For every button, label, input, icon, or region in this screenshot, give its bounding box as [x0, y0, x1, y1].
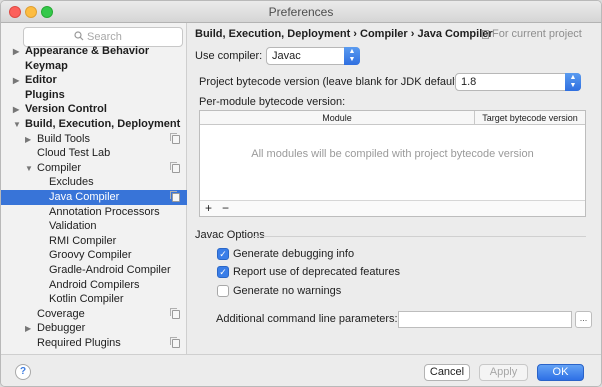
- sidebar-item-label: Validation: [49, 220, 97, 233]
- expand-params-button[interactable]: ...: [575, 311, 592, 328]
- sidebar-item[interactable]: Java Compiler: [1, 190, 187, 205]
- collapsed-arrow-icon[interactable]: ▶: [25, 321, 31, 336]
- sidebar-item[interactable]: ▶ Build Tools: [1, 132, 187, 147]
- column-header-module[interactable]: Module: [200, 111, 475, 125]
- project-settings-icon: [170, 132, 180, 144]
- sidebar-item[interactable]: Groovy Compiler: [1, 248, 187, 263]
- expanded-arrow-icon[interactable]: ▼: [25, 161, 33, 176]
- sidebar-item-label: Java Compiler: [49, 191, 120, 203]
- search-input[interactable]: [87, 30, 177, 44]
- sidebar-item[interactable]: Gradle-Android Compiler: [1, 263, 187, 278]
- sidebar-item-label: Kotlin Compiler: [49, 293, 124, 306]
- params-label: Additional command line parameters:: [216, 313, 398, 325]
- deprecated-checkbox[interactable]: ✓: [217, 266, 229, 278]
- sidebar-item[interactable]: ▶ Version Control: [1, 102, 187, 117]
- sidebar-item[interactable]: Excludes: [1, 175, 187, 190]
- sidebar-item[interactable]: Keymap: [1, 59, 187, 74]
- sidebar-item[interactable]: Required Plugins: [1, 336, 187, 351]
- debug-info-label[interactable]: Generate debugging info: [233, 248, 354, 260]
- per-module-label: Per-module bytecode version:: [199, 96, 346, 108]
- sidebar-item-label: Excludes: [49, 176, 94, 189]
- help-button[interactable]: ?: [15, 364, 31, 380]
- project-settings-icon: [170, 161, 180, 173]
- sidebar-item-label: Plugins: [25, 88, 65, 101]
- project-scope-label: For current project: [492, 28, 582, 40]
- sidebar-item-label: Version Control: [25, 103, 107, 116]
- use-compiler-value: Javac: [272, 50, 301, 62]
- preferences-window: Preferences ▶ Appearance & Behavior Keymap…: [0, 0, 602, 387]
- no-warnings-checkbox[interactable]: [217, 285, 229, 297]
- sidebar-item-label: Appearance & Behavior: [25, 45, 150, 57]
- sidebar-item-label: Debugger: [37, 322, 86, 335]
- sidebar-item-label: Compiler: [37, 161, 82, 174]
- column-header-target-version[interactable]: Target bytecode version: [475, 111, 585, 125]
- collapsed-arrow-icon[interactable]: ▶: [25, 132, 31, 147]
- sidebar-item[interactable]: ▶ Appearance & Behavior: [1, 44, 187, 59]
- select-arrows-icon: ▲ ▼: [565, 73, 581, 91]
- sidebar-item[interactable]: ▶ Editor: [1, 73, 187, 88]
- sidebar-item-label: Annotation Processors: [49, 205, 160, 218]
- table-empty-text: All modules will be compiled with projec…: [251, 148, 534, 160]
- project-settings-icon: [170, 307, 180, 319]
- sidebar-item-label: Keymap: [25, 59, 68, 72]
- sidebar-item[interactable]: Kotlin Compiler: [1, 292, 187, 307]
- cancel-button[interactable]: Cancel: [424, 364, 470, 381]
- window-title: Preferences: [268, 5, 334, 19]
- sidebar-item-label: RMI Compiler: [49, 234, 117, 247]
- dialog-footer: ? Cancel Apply OK: [1, 354, 601, 386]
- ok-button[interactable]: OK: [537, 364, 584, 381]
- project-scope-icon: [482, 30, 489, 39]
- use-compiler-select[interactable]: Javac ▲ ▼: [266, 47, 360, 65]
- javac-options-title: Javac Options: [195, 229, 265, 241]
- sidebar-item[interactable]: ▼ Compiler: [1, 161, 187, 176]
- collapsed-arrow-icon[interactable]: ▶: [13, 102, 19, 117]
- title-bar: Preferences: [1, 1, 601, 23]
- sidebar-item-label: Build Tools: [37, 132, 90, 145]
- sidebar-item[interactable]: ▶ Debugger: [1, 321, 187, 336]
- deprecated-label[interactable]: Report use of deprecated features: [233, 266, 400, 278]
- module-bytecode-table: Module Target bytecode version All modul…: [199, 110, 586, 217]
- sidebar-item[interactable]: Coverage: [1, 307, 187, 322]
- section-divider: [253, 236, 586, 237]
- sidebar-item-label: Build, Execution, Deployment: [25, 118, 181, 130]
- bytecode-version-select[interactable]: 1.8 ▲ ▼: [455, 73, 581, 91]
- sidebar-item[interactable]: Plugins: [1, 88, 187, 103]
- use-compiler-label: Use compiler:: [195, 50, 263, 62]
- sidebar-item-label: Groovy Compiler: [49, 249, 132, 262]
- settings-sidebar: ▶ Appearance & Behavior Keymap ▶ EditorPlugi…: [1, 23, 187, 354]
- bytecode-version-label: Project bytecode version (leave blank fo…: [199, 76, 465, 88]
- project-settings-icon: [170, 337, 180, 348]
- sidebar-item[interactable]: Android Compilers: [1, 278, 187, 293]
- bytecode-version-value: 1.8: [461, 76, 477, 88]
- remove-module-button[interactable]: −: [222, 201, 229, 216]
- expanded-arrow-icon[interactable]: ▼: [13, 117, 21, 132]
- sidebar-item[interactable]: RMI Compiler: [1, 234, 187, 249]
- sidebar-item[interactable]: Validation: [1, 219, 187, 234]
- sidebar-item[interactable]: Annotation Processors: [1, 205, 187, 220]
- table-toolbar: + −: [200, 200, 585, 216]
- sidebar-item[interactable]: ▼ Build, Execution, Deployment: [1, 117, 187, 132]
- add-module-button[interactable]: +: [205, 201, 212, 216]
- sidebar-item-label: Required Plugins: [37, 337, 121, 349]
- select-arrows-icon: ▲ ▼: [344, 47, 360, 65]
- sidebar-item-label: Editor: [25, 74, 57, 87]
- sidebar-item-label: Coverage: [37, 307, 85, 320]
- no-warnings-label[interactable]: Generate no warnings: [233, 285, 341, 297]
- debug-info-checkbox[interactable]: ✓: [217, 248, 229, 260]
- sidebar-item-label: Cloud Test Lab: [37, 147, 111, 160]
- sidebar-item[interactable]: Cloud Test Lab: [1, 146, 187, 161]
- apply-button[interactable]: Apply: [479, 364, 528, 381]
- sidebar-item-label: Android Compilers: [49, 278, 140, 291]
- collapsed-arrow-icon[interactable]: ▶: [13, 44, 19, 59]
- search-icon: [74, 31, 84, 44]
- project-settings-icon: [170, 191, 180, 202]
- collapsed-arrow-icon[interactable]: ▶: [13, 73, 19, 88]
- params-input[interactable]: [398, 311, 572, 328]
- breadcrumb: Build, Execution, Deployment › Compiler …: [195, 28, 493, 40]
- sidebar-item-label: Gradle-Android Compiler: [49, 264, 171, 276]
